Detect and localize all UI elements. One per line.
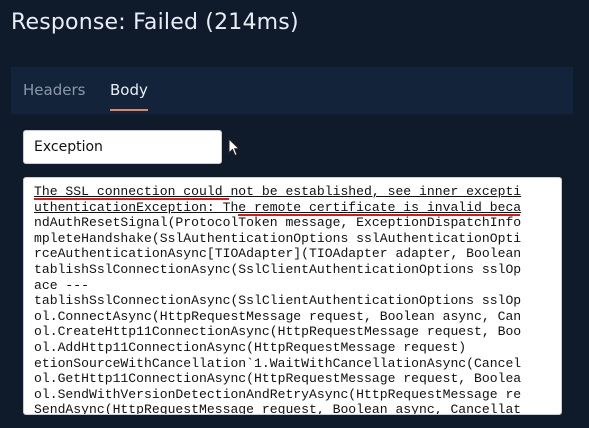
error-underline-2 xyxy=(238,214,520,216)
exception-line: ol.GetHttp11ConnectionAsync(HttpRequestM… xyxy=(34,371,522,387)
tab-bar: Headers Body xyxy=(11,67,573,114)
exception-line: ol.SendWithVersionDetectionAndRetryAsync… xyxy=(34,386,522,402)
exception-line: tablishSslConnectionAsync(SslClientAuthe… xyxy=(34,293,522,309)
exception-output[interactable]: The SSL connection could not be establis… xyxy=(23,177,562,415)
exception-line: ndAuthResetSignal(ProtocolToken message,… xyxy=(34,215,522,231)
exception-line: uthenticationException: The remote certi… xyxy=(34,199,522,215)
response-panel: Response: Failed (214ms) Headers Body Ex… xyxy=(0,0,589,428)
exception-line: SendAsync(HttpRequestMessage request, Bo… xyxy=(34,402,522,415)
exception-line: mpleteHandshake(SslAuthenticationOptions… xyxy=(34,230,522,246)
exception-line: etionSourceWithCancellation`1.WaitWithCa… xyxy=(34,355,522,371)
mouse-pointer-icon xyxy=(228,137,241,161)
active-tab-indicator xyxy=(110,109,148,111)
error-underline-1 xyxy=(34,198,229,200)
exception-line: ol.CreateHttp11ConnectionAsync(HttpReque… xyxy=(34,324,522,340)
exception-line: ol.AddHttp11ConnectionAsync(HttpRequestM… xyxy=(34,339,467,355)
exception-line: tablishSslConnectionAsync(SslClientAuthe… xyxy=(34,261,522,277)
exception-line: ol.ConnectAsync(HttpRequestMessage reque… xyxy=(34,308,522,324)
body-view-select[interactable]: Exception xyxy=(23,130,222,164)
exception-text: The SSL connection could not be establis… xyxy=(34,184,561,415)
exception-line: rceAuthenticationAsync[TIOAdapter](TIOAd… xyxy=(34,246,522,262)
response-title: Response: Failed (214ms) xyxy=(11,10,299,35)
tab-headers[interactable]: Headers xyxy=(23,81,85,99)
exception-line: ace --- xyxy=(34,277,90,293)
tab-body[interactable]: Body xyxy=(110,81,148,99)
